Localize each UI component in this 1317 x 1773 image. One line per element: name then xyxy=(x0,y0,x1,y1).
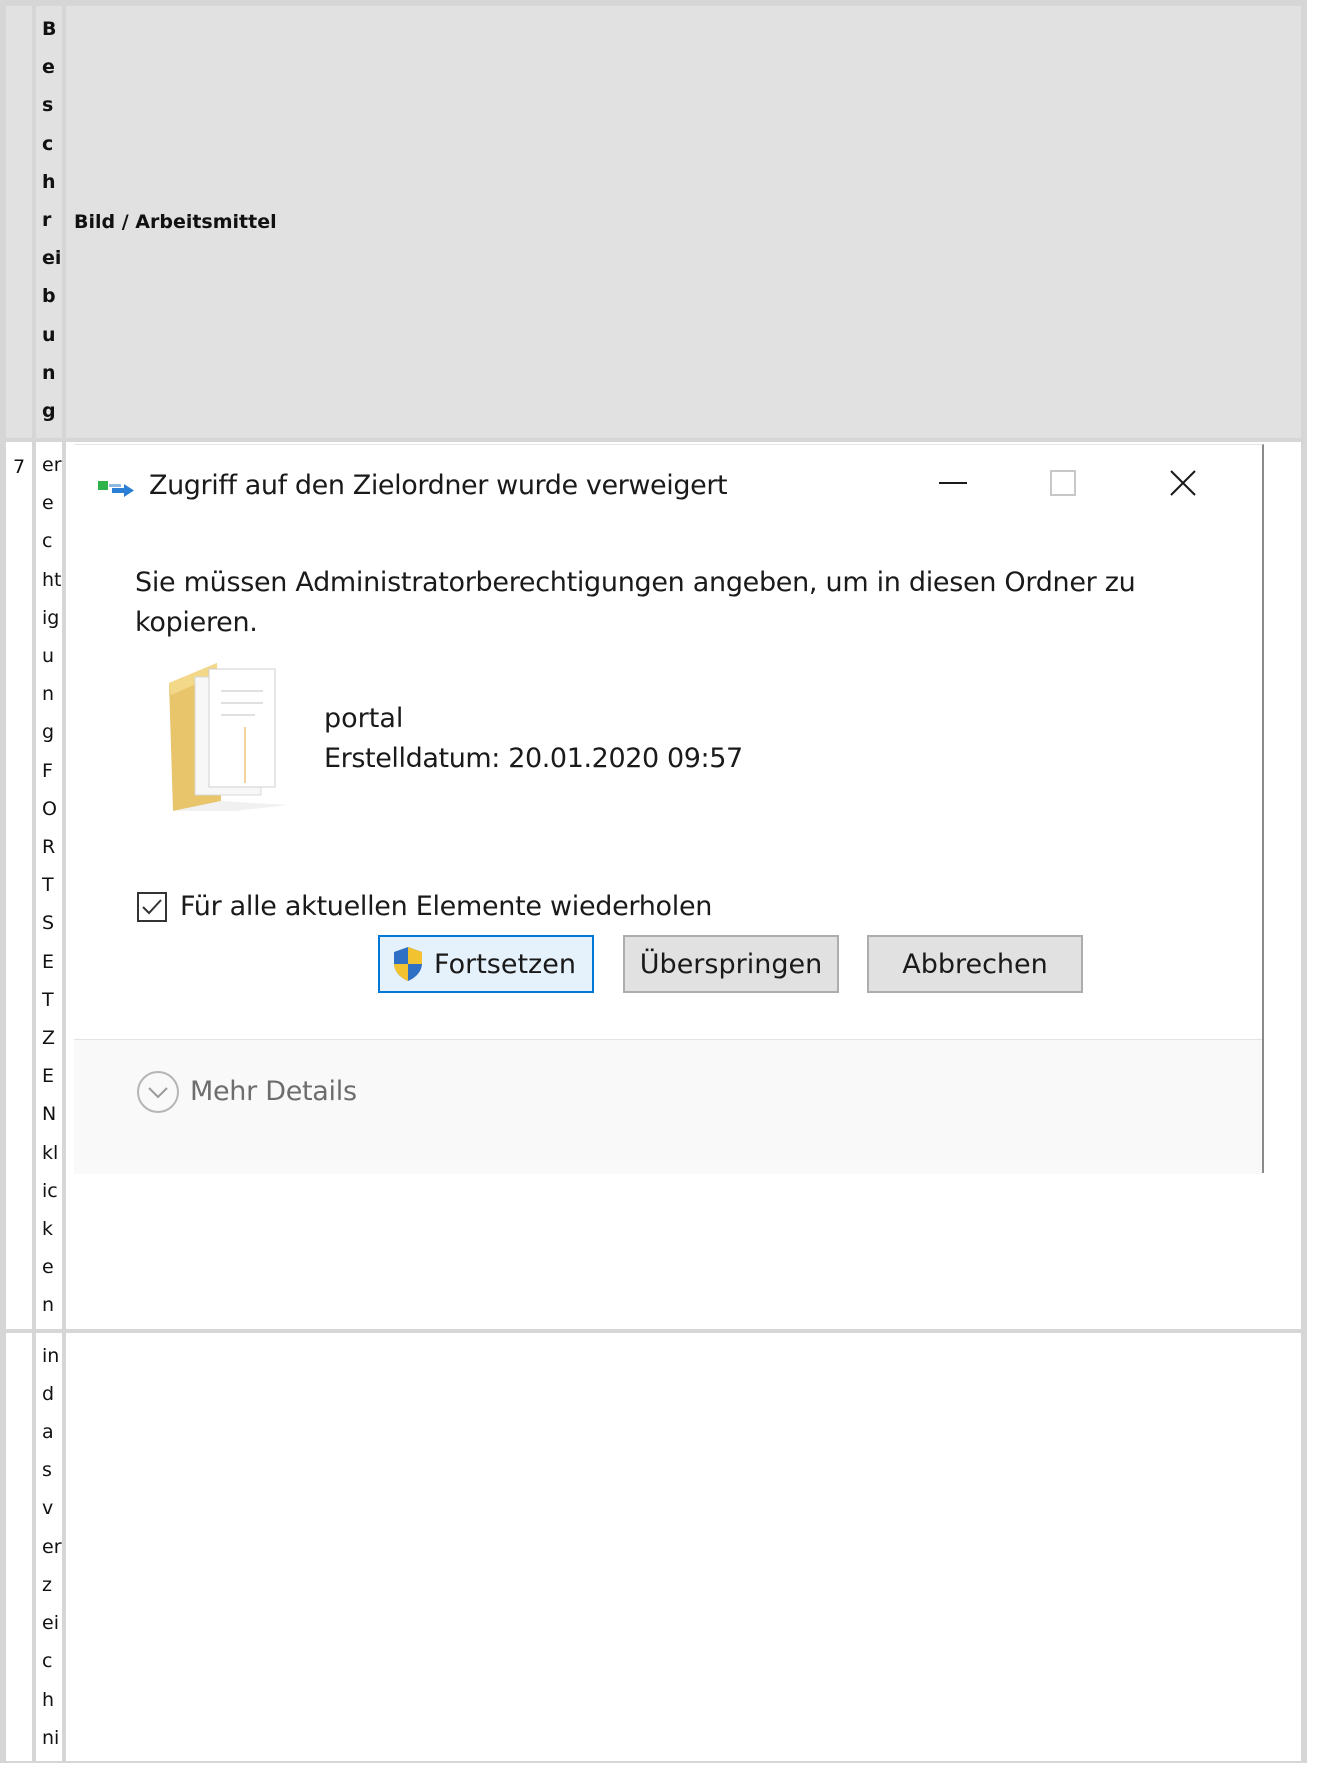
file-created-date: Erstelldatum: 20.01.2020 09:57 xyxy=(324,743,743,774)
minimize-button[interactable] xyxy=(930,463,976,503)
skip-button[interactable]: Überspringen xyxy=(623,935,839,993)
folder-icon xyxy=(169,663,289,811)
skip-button-label: Überspringen xyxy=(639,948,823,980)
close-icon xyxy=(1170,470,1196,496)
checkbox-box[interactable] xyxy=(137,892,167,922)
row-description: in d a s v er z ei c h ni xyxy=(42,1344,62,1749)
copy-transfer-icon xyxy=(98,481,134,497)
table-row: 7 er e c ht ig u n g F O R T S E T Z E N… xyxy=(4,440,1303,1331)
header-number-cell xyxy=(4,4,34,440)
dialog-footer: Mehr Details xyxy=(74,1039,1262,1174)
row-image-cell: Zugriff auf den Zielordner wurde verweig… xyxy=(64,440,1303,1331)
table-row: in d a s v er z ei c h ni xyxy=(4,1330,1303,1763)
continue-button-label: Fortsetzen xyxy=(434,948,576,980)
maximize-button[interactable] xyxy=(1040,463,1086,503)
row-number-cell: 7 xyxy=(4,440,34,1331)
checkmark-icon xyxy=(142,899,162,915)
chevron-down-circle-icon xyxy=(137,1071,179,1113)
access-denied-dialog: Zugriff auf den Zielordner wurde verweig… xyxy=(74,444,1264,1174)
dialog-titlebar[interactable]: Zugriff auf den Zielordner wurde verweig… xyxy=(74,445,1262,521)
cancel-button[interactable]: Abbrechen xyxy=(867,935,1083,993)
file-name: portal xyxy=(324,703,404,734)
header-description-label: B e s c h r ei b u n g xyxy=(42,18,62,423)
repeat-for-all-checkbox[interactable]: Für alle aktuellen Elemente wiederholen xyxy=(137,888,712,926)
dialog-title: Zugriff auf den Zielordner wurde verweig… xyxy=(149,470,728,501)
more-details-toggle[interactable]: Mehr Details xyxy=(136,1070,357,1114)
dialog-message: Sie müssen Administratorberechtigungen a… xyxy=(135,567,1136,638)
instruction-table: B e s c h r ei b u n g Bild / Arbeitsmit… xyxy=(0,0,1307,1763)
header-image-cell: Bild / Arbeitsmittel xyxy=(64,4,1303,440)
maximize-icon xyxy=(1050,470,1076,496)
continue-button[interactable]: Fortsetzen xyxy=(378,935,594,993)
header-image-label: Bild / Arbeitsmittel xyxy=(74,211,277,233)
header-description-cell: B e s c h r ei b u n g xyxy=(34,4,64,440)
cancel-button-label: Abbrechen xyxy=(902,948,1048,980)
row-description-cell: in d a s v er z ei c h ni xyxy=(34,1330,64,1763)
table-header-row: B e s c h r ei b u n g Bild / Arbeitsmit… xyxy=(4,4,1303,440)
row-number-cell xyxy=(4,1330,34,1763)
close-button[interactable] xyxy=(1160,463,1206,503)
row-number xyxy=(6,1333,32,1339)
row-description-cell: er e c ht ig u n g F O R T S E T Z E N k… xyxy=(34,440,64,1331)
checkbox-label: Für alle aktuellen Elemente wiederholen xyxy=(180,891,713,922)
row-image-cell xyxy=(64,1330,1303,1763)
minimize-icon xyxy=(939,482,967,484)
uac-shield-icon xyxy=(394,947,422,981)
row-description: er e c ht ig u n g F O R T S E T Z E N k… xyxy=(42,454,62,1317)
row-number: 7 xyxy=(13,456,26,478)
more-details-label: Mehr Details xyxy=(190,1076,357,1107)
